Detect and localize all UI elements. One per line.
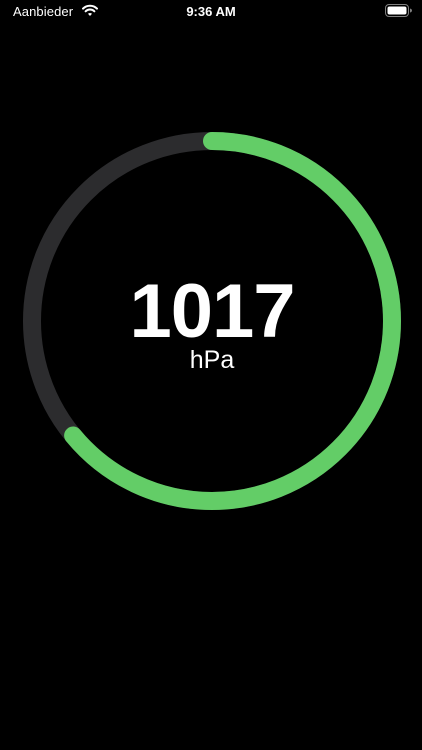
pressure-gauge: 1017 hPa — [21, 130, 403, 512]
status-time: 9:36 AM — [186, 4, 236, 19]
pressure-value: 1017 — [129, 269, 295, 354]
pressure-unit: hPa — [189, 346, 235, 374]
status-bar: Aanbieder 9:36 AM — [0, 0, 422, 24]
battery-icon — [385, 4, 413, 17]
